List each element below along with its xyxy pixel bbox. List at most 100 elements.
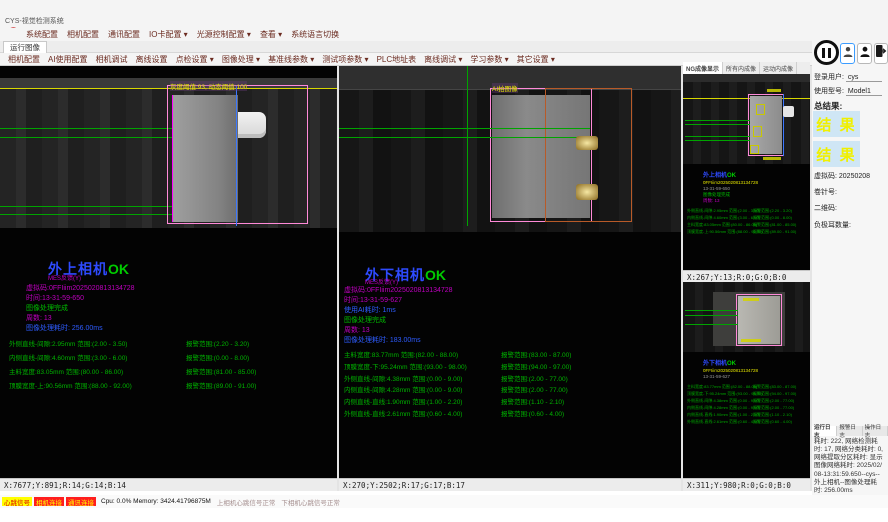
result-ok-label: OK bbox=[727, 361, 736, 367]
control-panel: 登录用户: cys 使用型号: Model1 总结果: 结 果 结 果 虚拟码:… bbox=[812, 40, 888, 495]
tab-operation-log[interactable]: 操作日志 bbox=[863, 426, 888, 436]
yellow-label-mark bbox=[767, 89, 781, 92]
yellow-check-box bbox=[756, 104, 765, 115]
measurement-text: 顶膜宽度-下:95.24mm 范围:(93.00 - 98.00) bbox=[344, 364, 467, 371]
yellow-check-box bbox=[750, 145, 759, 154]
green-measure-line bbox=[339, 137, 590, 138]
measurement-text: 外侧直线-间隙:2.95mm 范围:(2.00 - 3.50) bbox=[687, 208, 760, 213]
second-thumbnail-view[interactable]: 外下相机OK 0FFIiim2025020813134728 13-31-59-… bbox=[683, 282, 810, 478]
photo-top-band bbox=[683, 74, 810, 82]
green-measure-line bbox=[685, 315, 738, 316]
user-icon bbox=[843, 45, 853, 63]
tab-alarm-log[interactable]: 报警日志 bbox=[837, 426, 862, 436]
menu-item-io-config[interactable]: IO卡配置 ▾ bbox=[149, 29, 188, 40]
menu-item-language-switch[interactable]: 系统语言切换 bbox=[291, 29, 339, 40]
elapsed-line: 图像处理耗时: 183.00ms bbox=[344, 335, 421, 345]
tab-run-log[interactable]: 运行日志 bbox=[812, 426, 837, 436]
tab-motion-images[interactable]: 运动内成像 bbox=[760, 62, 797, 74]
toolbar-camera-config[interactable]: 相机配置 bbox=[8, 54, 40, 65]
middle-camera-view[interactable]: AI拍图像 外下相机OK MES反馈(Y) 虚拟码:0FFIiim2025020… bbox=[339, 66, 681, 478]
toolbar-offline-settings[interactable]: 离线设置 bbox=[136, 54, 168, 65]
result-box-1: 结 果 bbox=[813, 111, 860, 137]
login-user-label: 登录用户: bbox=[814, 74, 844, 81]
result-ok-label: OK bbox=[108, 261, 129, 277]
tab-ng-display[interactable]: NG成像显示 bbox=[683, 62, 723, 74]
green-edge-line bbox=[467, 66, 468, 226]
toolbar-baseline-params[interactable]: 基准线参数 ▾ bbox=[268, 54, 314, 65]
thumb-time-line: 13-31-59-650 bbox=[703, 186, 730, 191]
operator-login-button[interactable] bbox=[840, 43, 855, 64]
mes-feedback-line: MES反馈(Y) bbox=[48, 273, 81, 282]
toolbar-spot-check[interactable]: 点检设置 ▾ bbox=[176, 54, 214, 65]
green-measure-line bbox=[685, 120, 750, 121]
blue-edge-line bbox=[783, 94, 784, 156]
menu-item-light-config[interactable]: 光源控制配置 ▾ bbox=[197, 29, 251, 40]
alarm-range-text: 报警范围:(94.00 - 97.00) bbox=[753, 391, 796, 397]
blue-edge-line bbox=[236, 86, 237, 226]
ng-thumbnail-view[interactable]: 外上相机OK 0FFIiim2025020813134728 13-31-59-… bbox=[683, 74, 810, 270]
left-camera-photo: 灰度阈值:93, 动态阈值:100 bbox=[0, 78, 337, 228]
alarm-range-text: 报警范围:(2.20 - 3.20) bbox=[186, 338, 249, 348]
yellow-check-box bbox=[753, 126, 762, 137]
battery-cell-region bbox=[738, 296, 780, 344]
result-box-2: 结 果 bbox=[813, 141, 860, 167]
connector-tab bbox=[238, 112, 266, 138]
ai-capture-label: AI拍图像 bbox=[492, 83, 518, 93]
thumb-result-title: 外下相机OK bbox=[703, 358, 736, 367]
toolbar-ai-usage-config[interactable]: AI使用配置 bbox=[48, 54, 88, 65]
yellow-reference-line bbox=[683, 98, 810, 99]
measurement-text: 顶膜宽度-上:90.56mm 范围:(88.00 - 92.00) bbox=[687, 229, 763, 234]
result-ok-label: OK bbox=[727, 173, 736, 179]
menu-item-system-config[interactable]: 系统配置 bbox=[26, 29, 58, 40]
upper-camera-heartbeat-status: 上相机心跳信号正常 bbox=[217, 497, 276, 507]
measurement-text: 外侧直线-直线:2.61mm 范围:(0.60 - 4.00) bbox=[344, 411, 462, 418]
comm-link-badge: 通讯连接 bbox=[66, 497, 96, 506]
battery-cell-region bbox=[172, 95, 238, 222]
middle-cursor-status: X:270;Y:2502;R:17;G:17;B:17 bbox=[339, 478, 681, 491]
measurement-text: 顶膜宽度-上:90.56mm 范围:(88.00 - 92.00) bbox=[9, 383, 132, 390]
thumb-measurement-row: 外侧直线-间隙:4.38mm 范围:(0.00 - 9.00)报警范围:(2.0… bbox=[687, 398, 760, 404]
model-value[interactable]: Model1 bbox=[846, 88, 882, 96]
needle-number-label: 卷针号: bbox=[814, 187, 837, 197]
measurement-row: 主料宽度:83.05mm 范围:(80.00 - 86.00)报警范围:(81.… bbox=[9, 366, 123, 376]
menu-item-comm-config[interactable]: 通讯配置 bbox=[108, 29, 140, 40]
measurement-text: 外侧直线-间隙:4.38mm 范围:(0.00 - 9.00) bbox=[344, 376, 462, 383]
menu-bar: 系统配置 相机配置 通讯配置 IO卡配置 ▾ 光源控制配置 ▾ 查看 ▾ 系统语… bbox=[0, 28, 888, 41]
camera-name-label: 外上相机 bbox=[703, 173, 727, 179]
tab-all-images[interactable]: 所有内成像 bbox=[723, 62, 760, 74]
toolbar-camera-debug[interactable]: 相机调试 bbox=[96, 54, 128, 65]
thumb-measurement-row: 主料宽度:83.77mm 范围:(82.00 - 88.00)报警范围:(83.… bbox=[687, 384, 757, 390]
alarm-range-text: 报警范围:(2.20 - 3.20) bbox=[753, 208, 792, 214]
menu-item-camera-config[interactable]: 相机配置 bbox=[67, 29, 99, 40]
left-camera-view[interactable]: 灰度阈值:93, 动态阈值:100 外上相机OK MES反馈(Y) 虚拟码:0F… bbox=[0, 66, 337, 478]
connector-tab bbox=[783, 106, 794, 117]
menu-item-view[interactable]: 查看 ▾ bbox=[260, 29, 282, 40]
measurement-text: 主料宽度:83.05mm 范围:(80.00 - 86.00) bbox=[9, 369, 123, 376]
measurement-text: 内侧直线-直线:1.90mm 范围:(1.00 - 2.20) bbox=[344, 399, 462, 406]
alarm-range-text: 报警范围:(1.10 - 2.10) bbox=[753, 412, 792, 418]
toolbar-test-params[interactable]: 测试项参数 ▾ bbox=[322, 54, 368, 65]
measurement-row: 外侧直线-间隙:2.95mm 范围:(2.00 - 3.50)报警范围:(2.2… bbox=[9, 338, 127, 348]
second-cursor-status: X:311;Y:980;R:0;G:0;B:0 bbox=[683, 478, 810, 491]
toolbar-other-settings[interactable]: 其它设置 ▾ bbox=[517, 54, 555, 65]
toolbar-plc-address-table[interactable]: PLC地址表 bbox=[377, 54, 417, 65]
toolbar-learning-params[interactable]: 学习参数 ▾ bbox=[470, 54, 508, 65]
measurement-row: 顶膜宽度-上:90.56mm 范围:(88.00 - 92.00)报警范围:(8… bbox=[9, 380, 132, 390]
tab-run-image[interactable]: 运行图像 bbox=[3, 41, 47, 53]
thumb-barcode-line: 0FFIiim2025020813134728 bbox=[703, 368, 758, 373]
toolbar-offline-debug[interactable]: 离线调试 ▾ bbox=[424, 54, 462, 65]
login-user-value[interactable]: cys bbox=[846, 74, 882, 82]
exit-button[interactable] bbox=[874, 43, 888, 64]
alarm-range-text: 报警范围:(89.00 - 91.00) bbox=[753, 229, 796, 235]
measurement-text: 内侧直线-间隙:4.28mm 范围:(0.00 - 9.00) bbox=[344, 387, 462, 394]
alarm-range-text: 报警范围:(1.10 - 2.10) bbox=[501, 396, 564, 406]
ai-elapsed-line: 使用AI耗时: 1ms bbox=[344, 305, 396, 315]
time-line: 时间:13-31-59-650 bbox=[26, 293, 84, 303]
toolbar-image-processing[interactable]: 图像处理 ▾ bbox=[222, 54, 260, 65]
yellow-label-mark bbox=[741, 339, 761, 342]
alarm-range-text: 报警范围:(89.00 - 91.00) bbox=[186, 380, 256, 390]
tab-run-image-label: 运行图像 bbox=[10, 42, 40, 53]
thumb-measurement-row: 外侧直线-间隙:2.95mm 范围:(2.00 - 3.50)报警范围:(2.2… bbox=[687, 208, 760, 214]
pause-button[interactable] bbox=[814, 40, 839, 65]
admin-login-button[interactable] bbox=[857, 43, 872, 64]
